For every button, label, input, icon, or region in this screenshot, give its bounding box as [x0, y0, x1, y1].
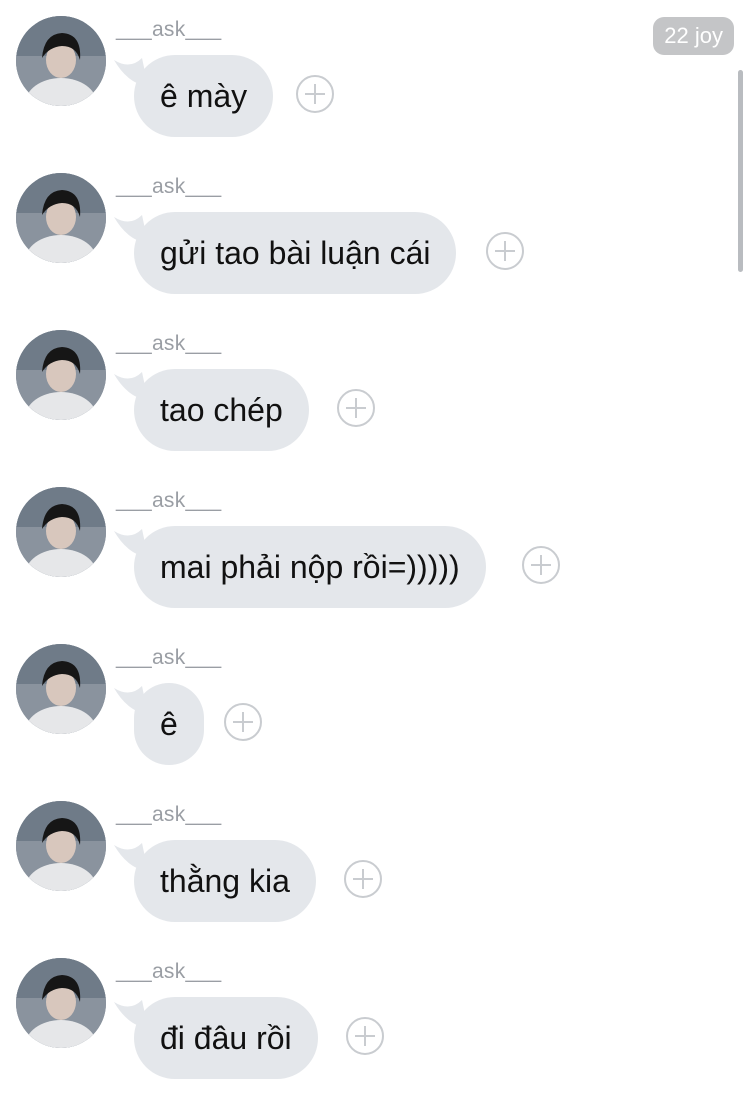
- add-reaction-icon[interactable]: [522, 546, 560, 584]
- sender-name: ___ask___: [116, 646, 222, 669]
- sender-name: ___ask___: [116, 18, 222, 41]
- message-row: ___ask___ tao chép: [0, 314, 740, 471]
- sender-name: ___ask___: [116, 803, 222, 826]
- sender-name: ___ask___: [116, 332, 222, 355]
- avatar[interactable]: [16, 644, 106, 734]
- add-reaction-icon[interactable]: [224, 703, 262, 741]
- message-bubble[interactable]: ê mày: [134, 55, 274, 137]
- add-reaction-icon[interactable]: [486, 232, 524, 270]
- timestamp-badge: 22 joy: [653, 17, 734, 55]
- avatar-photo: [16, 801, 106, 891]
- message-bubble[interactable]: tao chép: [134, 369, 309, 451]
- message-bubble[interactable]: ê: [134, 683, 204, 765]
- avatar[interactable]: [16, 16, 106, 106]
- message-bubble[interactable]: đi đâu rồi: [134, 997, 318, 1079]
- sender-name: ___ask___: [116, 489, 222, 512]
- scrollbar[interactable]: [738, 70, 743, 272]
- avatar[interactable]: [16, 958, 106, 1048]
- message-bubble[interactable]: thằng kia: [134, 840, 316, 922]
- message-row: ___ask___ gửi tao bài luận cái: [0, 157, 740, 314]
- add-reaction-icon[interactable]: [344, 860, 382, 898]
- avatar-photo: [16, 487, 106, 577]
- avatar-photo: [16, 644, 106, 734]
- message-row: ___ask___ thằng kia: [0, 785, 740, 942]
- avatar[interactable]: [16, 173, 106, 263]
- message-row: ___ask___ ê mày: [0, 0, 740, 157]
- sender-name: ___ask___: [116, 175, 222, 198]
- avatar[interactable]: [16, 330, 106, 420]
- add-reaction-icon[interactable]: [296, 75, 334, 113]
- avatar[interactable]: [16, 801, 106, 891]
- message-row: ___ask___ ê: [0, 628, 740, 785]
- avatar[interactable]: [16, 487, 106, 577]
- avatar-photo: [16, 330, 106, 420]
- avatar-photo: [16, 173, 106, 263]
- message-bubble[interactable]: mai phải nộp rồi=))))): [134, 526, 486, 608]
- avatar-photo: [16, 958, 106, 1048]
- chat-thread: ___ask___ ê mày ___ask___ gửi tao bài lu…: [0, 0, 750, 1089]
- message-bubble[interactable]: gửi tao bài luận cái: [134, 212, 457, 294]
- message-row: ___ask___ mai phải nộp rồi=))))): [0, 471, 740, 628]
- add-reaction-icon[interactable]: [337, 389, 375, 427]
- add-reaction-icon[interactable]: [346, 1017, 384, 1055]
- sender-name: ___ask___: [116, 960, 222, 983]
- avatar-photo: [16, 16, 106, 106]
- message-row: ___ask___ đi đâu rồi: [0, 942, 740, 1099]
